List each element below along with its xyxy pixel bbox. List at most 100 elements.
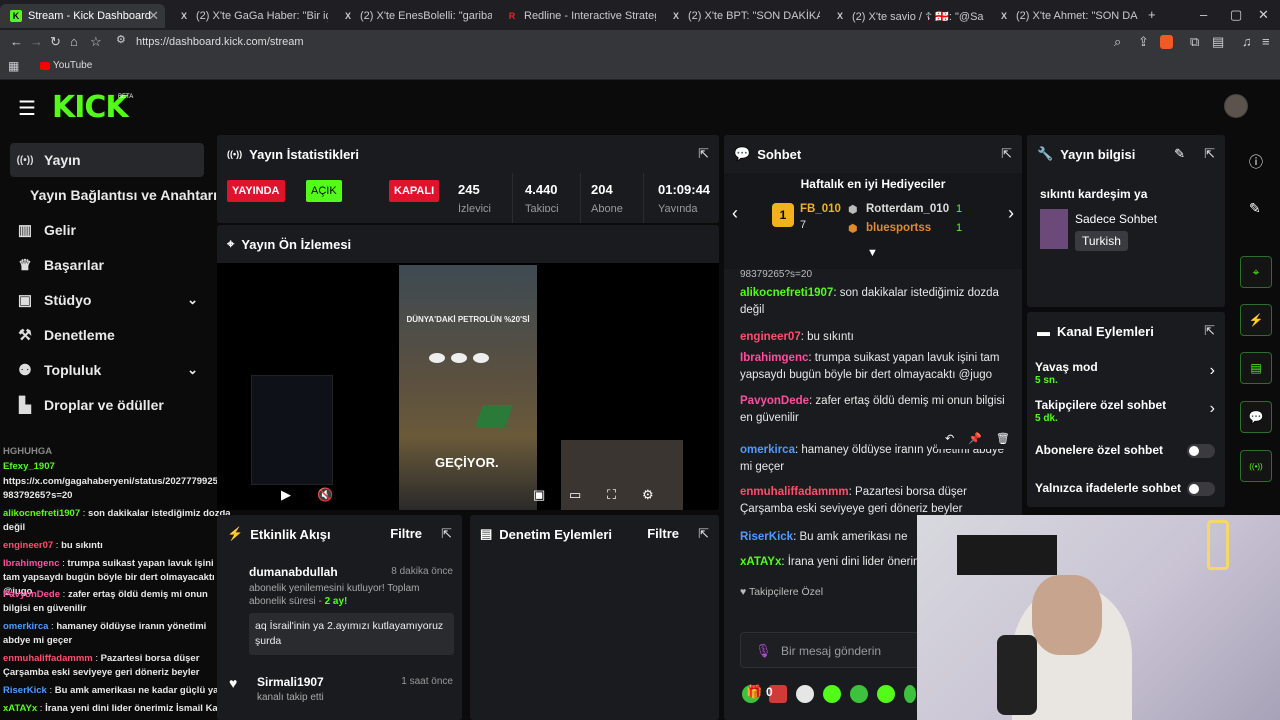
kick-favicon-icon: K: [10, 10, 22, 22]
hamburger-menu-icon[interactable]: ☰: [18, 96, 36, 121]
reload-icon[interactable]: ↻: [50, 35, 61, 48]
activity-user[interactable]: dumanabdullah: [249, 565, 338, 579]
popout-icon[interactable]: ⇱: [698, 146, 709, 162]
rail-stream-button[interactable]: ⌖: [1240, 256, 1272, 288]
tab-x-gaga[interactable]: X (2) X'te GaGa Haber: "Bir içerik üretti…: [168, 4, 328, 28]
popout-icon[interactable]: ⇱: [1204, 323, 1215, 339]
menu-icon[interactable]: ≡: [1262, 35, 1270, 48]
pin-icon[interactable]: 📌: [968, 432, 982, 445]
sidebar-item-denetleme[interactable]: ⚒ Denetleme: [10, 318, 204, 352]
tab-x-bpt[interactable]: X (2) X'te BPT: "SON DAKİKA | ABD Baş: [660, 4, 820, 28]
sidebar-item-topluluk[interactable]: ⚉ Topluluk ⌄: [10, 353, 204, 387]
site-info-icon[interactable]: ⚙: [116, 35, 126, 46]
language-tag: Turkish: [1075, 231, 1128, 251]
apps-grid-icon[interactable]: ▦: [8, 60, 19, 72]
close-window-icon[interactable]: ✕: [1258, 8, 1269, 21]
chevron-right-icon[interactable]: ›: [1008, 203, 1014, 224]
popout-icon[interactable]: ⇱: [698, 526, 709, 542]
brave-shield-icon[interactable]: [1160, 35, 1173, 49]
chat-username[interactable]: engineer07: [740, 331, 801, 343]
forward-icon[interactable]: →: [30, 35, 43, 48]
sidebar-toggle-icon[interactable]: ▤: [1212, 35, 1224, 48]
chevron-left-icon[interactable]: ‹: [732, 203, 738, 224]
back-icon[interactable]: ←: [10, 35, 23, 48]
chat-username[interactable]: xATAYx: [740, 556, 781, 568]
followers-only-row[interactable]: Takipçilere özel sohbet 5 dk. ›: [1035, 396, 1215, 430]
maximize-icon[interactable]: ▢: [1230, 8, 1242, 21]
reply-icon[interactable]: ↶: [945, 432, 954, 445]
new-tab-icon[interactable]: +: [1148, 8, 1156, 21]
sidebar-item-droplar[interactable]: ▙ Droplar ve ödüller: [10, 388, 204, 422]
emote[interactable]: [877, 685, 895, 703]
delete-icon[interactable]: 🗑: [996, 432, 1010, 445]
microphone-icon[interactable]: 🎙: [755, 643, 772, 659]
tab-x-savio[interactable]: X (2) X'te savio / ☦ 🇬🇪: "@Samedowsk: [824, 4, 984, 28]
chat-username[interactable]: Ibrahimgenc: [740, 352, 808, 364]
stream-info-header: 🔧 Yayın bilgisi: [1027, 135, 1225, 173]
tab-x-enes[interactable]: X (2) X'te EnesBolelli: "garibanlığın ana: [332, 4, 492, 28]
emote[interactable]: [904, 685, 916, 703]
media-icon[interactable]: ♫: [1242, 35, 1252, 48]
fullscreen-icon[interactable]: ⛶: [607, 487, 616, 503]
mute-icon[interactable]: 🔇: [317, 487, 333, 503]
filter-button[interactable]: Filtre: [647, 526, 679, 541]
share-icon[interactable]: ⇪: [1138, 35, 1149, 48]
gifter-name[interactable]: FB_010: [800, 203, 841, 215]
tab-x-ahmet[interactable]: X (2) X'te Ahmet: "SON DAKİKA | ABD: [988, 4, 1138, 28]
popout-icon[interactable]: ⇱: [441, 526, 452, 542]
rail-activity-button[interactable]: ⚡: [1240, 304, 1272, 336]
open-badge[interactable]: AÇIK: [306, 180, 342, 202]
chat-username[interactable]: enmuhaliffadammm: [740, 486, 849, 498]
popout-icon[interactable]: ⇱: [1204, 146, 1215, 162]
video-preview[interactable]: DÜNYA'DAKİ PETROLÜN %20'Sİ GEÇİYOR.: [399, 265, 537, 510]
rail-chat-button[interactable]: 💬: [1240, 401, 1272, 433]
chat-username[interactable]: omerkirca: [740, 444, 795, 456]
settings-icon[interactable]: ⚙: [642, 487, 654, 503]
collapse-icon[interactable]: ▼: [867, 247, 878, 259]
closed-badge[interactable]: KAPALI: [389, 180, 440, 202]
avatar[interactable]: [1224, 94, 1248, 118]
gift-icon[interactable]: 🎁: [746, 684, 762, 700]
pip-icon[interactable]: ▣: [533, 487, 545, 503]
info-icon[interactable]: ⓘ: [1249, 152, 1263, 172]
emote[interactable]: [850, 685, 868, 703]
chat-input[interactable]: 🎙 Bir mesaj gönderin: [740, 632, 925, 668]
play-icon[interactable]: ▶: [281, 487, 291, 503]
tab-kick-dashboard[interactable]: K Stream - Kick Dashboard ✕: [0, 4, 165, 28]
zoom-icon[interactable]: ⌕: [1114, 35, 1121, 48]
emote[interactable]: [796, 685, 814, 703]
emotes-only-toggle[interactable]: [1187, 482, 1215, 496]
filter-button[interactable]: Filtre: [390, 526, 422, 541]
gifter-name[interactable]: Rotterdam_010: [866, 203, 949, 215]
chat-username[interactable]: PavyonDede: [740, 395, 809, 407]
emote[interactable]: [823, 685, 841, 703]
bookmark-youtube[interactable]: YouTube: [53, 60, 92, 71]
kick-logo[interactable]: KICK: [52, 90, 129, 125]
sidebar-item-stream-key[interactable]: Yayın Bağlantısı ve Anahtarı: [10, 178, 220, 212]
close-tab-icon[interactable]: ✕: [148, 8, 159, 24]
subs-only-toggle[interactable]: [1187, 444, 1215, 458]
extensions-icon[interactable]: ⧉: [1190, 35, 1199, 48]
edit-icon[interactable]: ✎: [1174, 146, 1185, 162]
gifter-name[interactable]: bluesportss: [866, 222, 931, 234]
theatre-icon[interactable]: ▭: [569, 487, 581, 503]
sidebar-item-yayin[interactable]: ((•)) Yayın: [10, 143, 204, 177]
tab-redline[interactable]: R Redline - Interactive Strategic Map: [496, 4, 656, 28]
sidebar-item-basarilar[interactable]: ♛ Başarılar: [10, 248, 204, 282]
edit-icon[interactable]: ✎: [1249, 200, 1261, 217]
slow-mode-row[interactable]: Yavaş mod 5 sn. ›: [1035, 358, 1215, 392]
chat-username[interactable]: RiserKick: [740, 531, 793, 543]
bookmark-icon[interactable]: ☆: [90, 35, 102, 48]
stat-value: 01:09:44: [658, 182, 711, 197]
popout-icon[interactable]: ⇱: [1001, 146, 1012, 162]
rail-broadcast-button[interactable]: ((•)): [1240, 450, 1272, 482]
minimize-icon[interactable]: –: [1200, 8, 1207, 21]
home-icon[interactable]: ⌂: [70, 35, 78, 48]
activity-user[interactable]: Sirmali1907: [257, 675, 324, 689]
chat-username[interactable]: alikocnefreti1907: [740, 287, 833, 299]
sidebar-item-studyo[interactable]: ▣ Stüdyo ⌄: [10, 283, 204, 317]
rail-mod-button[interactable]: ▤: [1240, 352, 1272, 384]
sidebar-item-gelir[interactable]: ▥ Gelir: [10, 213, 204, 247]
followers-only-value: 5 dk.: [1035, 413, 1058, 424]
url-field[interactable]: https://dashboard.kick.com/stream: [136, 36, 304, 48]
